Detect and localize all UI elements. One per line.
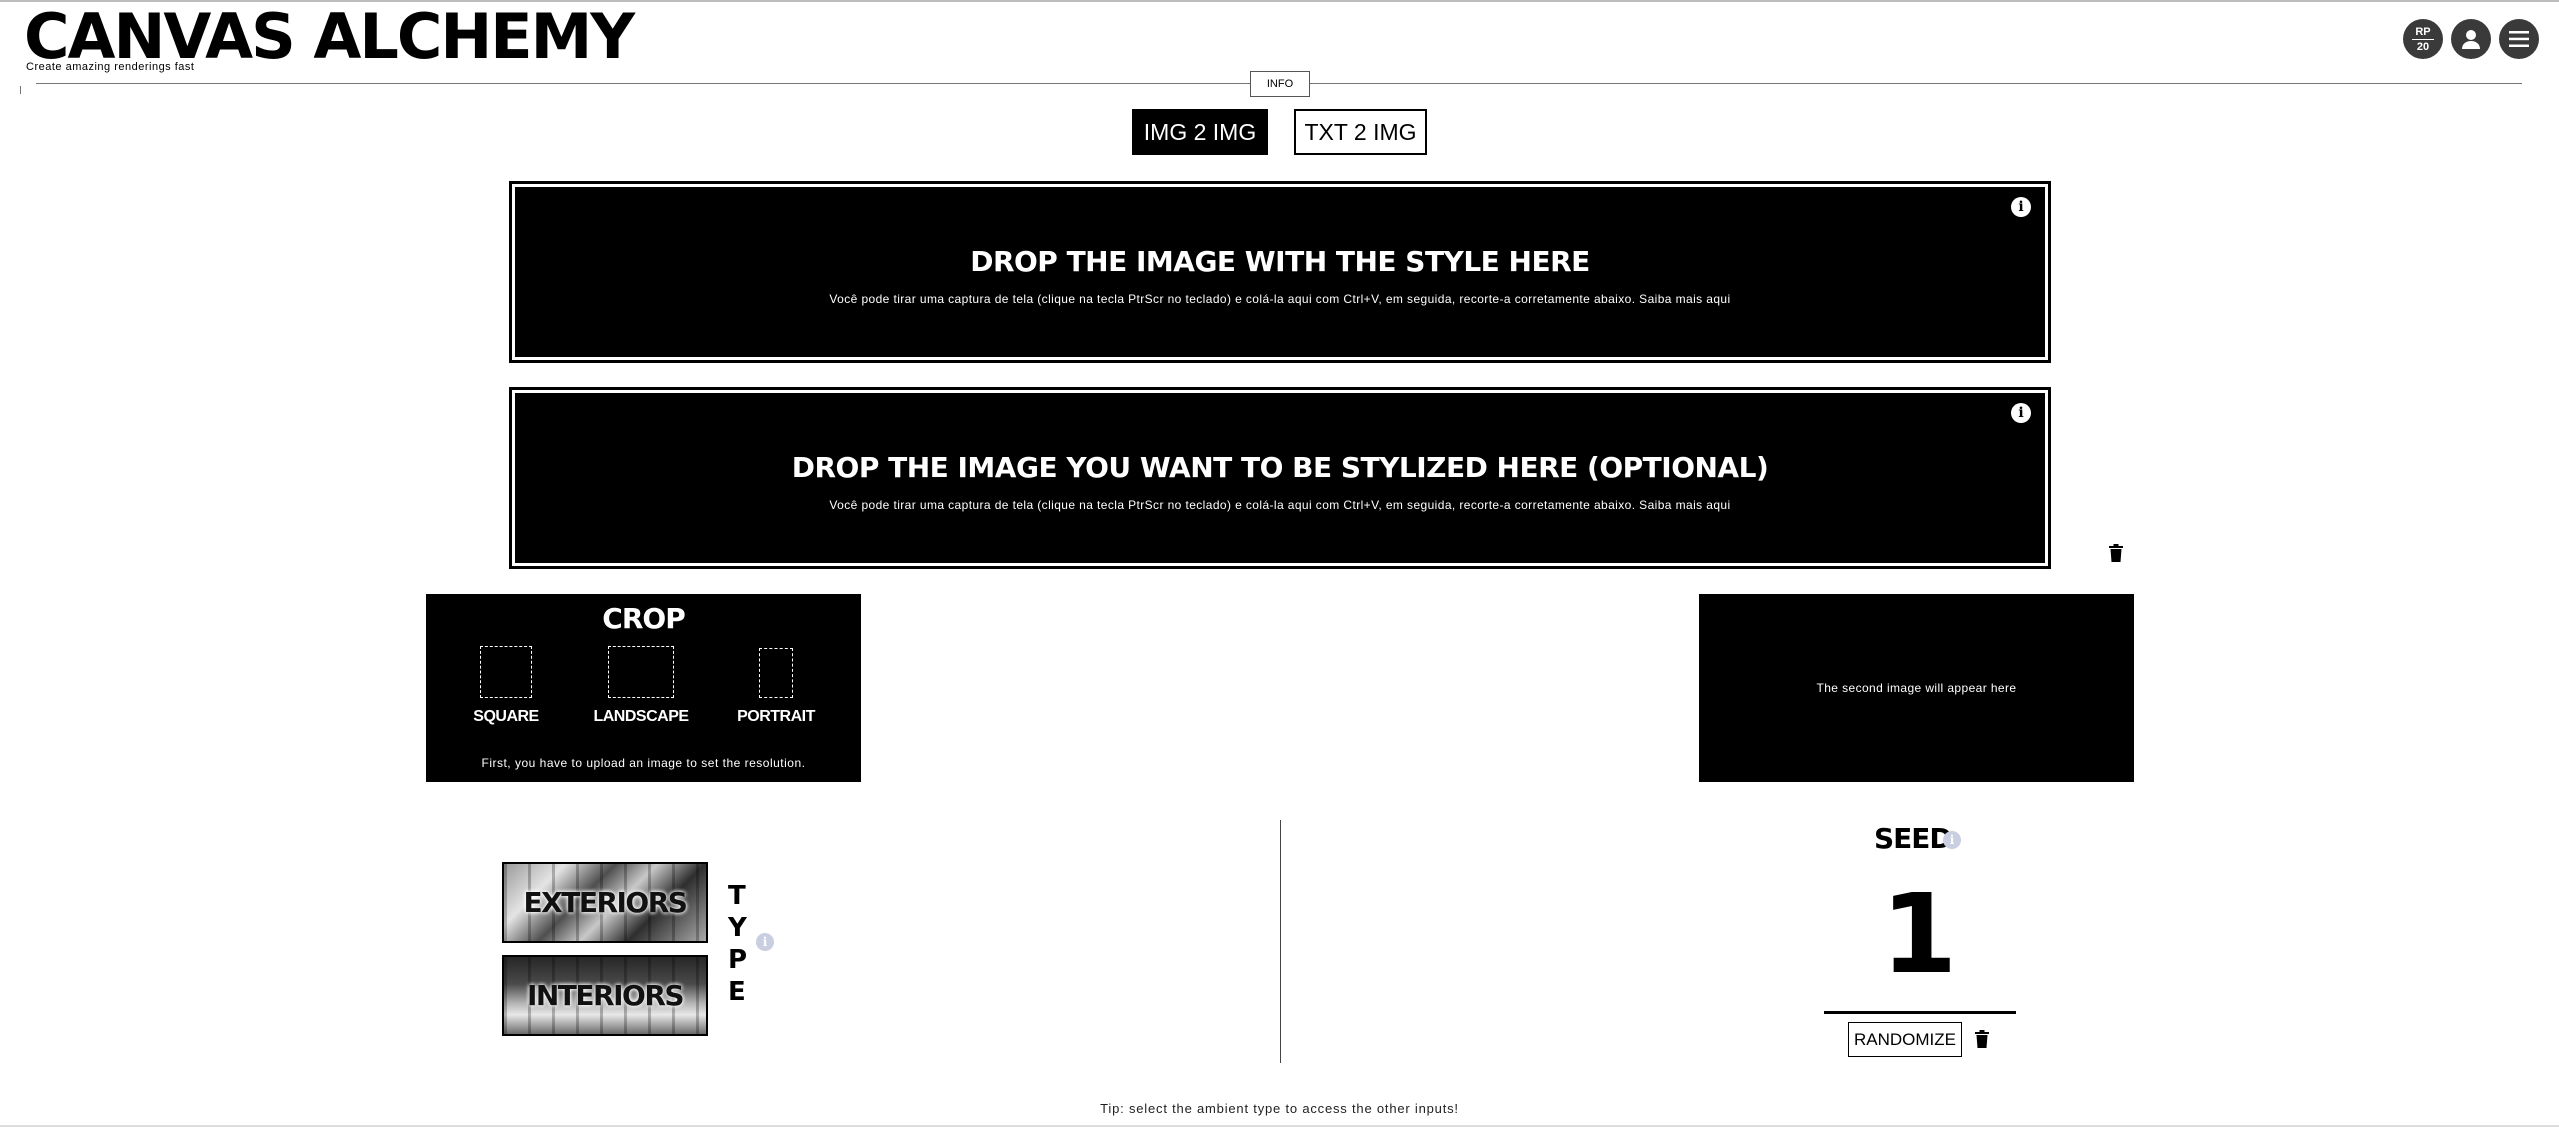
crop-square-option[interactable]: SQUARE xyxy=(471,646,541,726)
credits-separator xyxy=(2412,38,2434,40)
trash-icon[interactable] xyxy=(2108,544,2124,567)
crop-option-label: LANDSCAPE xyxy=(593,708,689,725)
user-icon[interactable] xyxy=(2451,19,2491,59)
preview-placeholder: The second image will appear here xyxy=(1816,681,2017,695)
divider-tick xyxy=(20,86,21,94)
info-icon[interactable]: i xyxy=(2011,403,2031,423)
square-frame-icon xyxy=(480,646,532,698)
type-letter: Y xyxy=(728,913,747,943)
dropzone-title: DROP THE IMAGE WITH THE STYLE HERE xyxy=(970,245,1590,278)
card-label: INTERIORS xyxy=(526,979,685,1012)
type-letter: E xyxy=(728,977,746,1007)
mode-tabs: IMG 2 IMG TXT 2 IMG xyxy=(1132,109,1427,155)
credits-count: 20 xyxy=(2416,40,2430,53)
portrait-frame-icon xyxy=(759,648,793,698)
dropzone-instructions: Você pode tirar uma captura de tela (cli… xyxy=(829,292,1731,306)
type-letter: T xyxy=(728,881,746,911)
seed-underline xyxy=(1824,1011,2016,1014)
crop-note: First, you have to upload an image to se… xyxy=(481,756,806,770)
second-image-preview: The second image will appear here xyxy=(1699,594,2134,782)
hamburger-menu-icon[interactable] xyxy=(2499,19,2539,59)
randomize-button[interactable]: RANDOMIZE xyxy=(1848,1022,1962,1057)
bottom-border xyxy=(0,1125,2559,1127)
info-icon[interactable]: i xyxy=(1943,831,1961,849)
style-image-dropzone[interactable]: i DROP THE IMAGE WITH THE STYLE HERE Voc… xyxy=(509,181,2051,363)
info-icon[interactable]: i xyxy=(2011,197,2031,217)
landscape-frame-icon xyxy=(608,646,674,698)
crop-panel: CROP SQUARE LANDSCAPE PORTRAIT First, yo… xyxy=(426,594,861,782)
type-interiors-card[interactable]: INTERIORS xyxy=(502,955,708,1036)
crop-portrait-option[interactable]: PORTRAIT xyxy=(736,648,816,726)
dropzone-instructions: Você pode tirar uma captura de tela (cli… xyxy=(829,498,1731,512)
crop-title: CROP xyxy=(602,602,685,635)
seed-title: SEED xyxy=(1874,822,1953,855)
crop-option-label: SQUARE xyxy=(473,708,539,725)
tab-txt2img[interactable]: TXT 2 IMG xyxy=(1294,109,1427,155)
tab-img2img[interactable]: IMG 2 IMG xyxy=(1132,109,1268,155)
info-icon[interactable]: i xyxy=(756,933,774,951)
target-image-dropzone[interactable]: i DROP THE IMAGE YOU WANT TO BE STYLIZED… xyxy=(509,387,2051,569)
trash-icon[interactable] xyxy=(1974,1030,1990,1053)
type-letter: P xyxy=(728,945,748,975)
type-label: T Y P E xyxy=(728,880,747,1008)
card-label: EXTERIORS xyxy=(523,886,688,919)
type-exteriors-card[interactable]: EXTERIORS xyxy=(502,862,708,943)
tip-text: Tip: select the ambient type to access t… xyxy=(1100,1101,1459,1116)
section-divider xyxy=(1280,820,1281,1063)
app-tagline: Create amazing renderings fast xyxy=(26,61,195,73)
header-actions: RP 20 xyxy=(2403,19,2539,59)
crop-option-label: PORTRAIT xyxy=(737,708,815,725)
credits-badge[interactable]: RP 20 xyxy=(2403,19,2443,59)
credits-label: RP xyxy=(2415,25,2431,38)
seed-value[interactable]: 1 xyxy=(1824,868,2014,1000)
info-button[interactable]: INFO xyxy=(1250,71,1310,97)
crop-landscape-option[interactable]: LANDSCAPE xyxy=(591,646,691,726)
dropzone-title: DROP THE IMAGE YOU WANT TO BE STYLIZED H… xyxy=(791,451,1769,484)
